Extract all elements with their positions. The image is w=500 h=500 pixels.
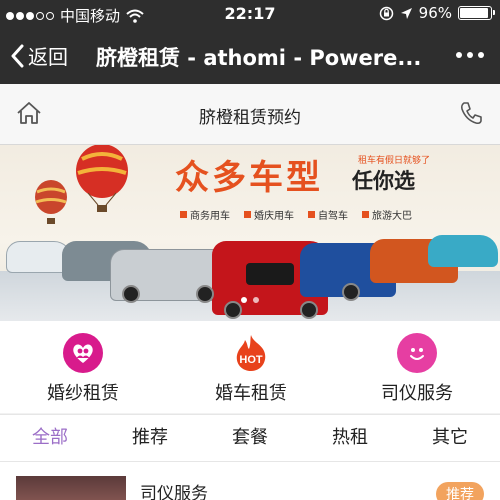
location-arrow-icon bbox=[400, 7, 412, 19]
couple-icon bbox=[63, 333, 103, 373]
carousel-dot[interactable] bbox=[253, 297, 259, 303]
hot-air-balloon-small bbox=[35, 180, 67, 224]
page-title: 脐橙租赁预约 bbox=[199, 108, 301, 128]
nav-bar: 返回 脐橙租赁 - athomi - Powere... bbox=[0, 28, 500, 84]
banner-subheadline: 任你选 bbox=[352, 168, 415, 193]
banner-tag: 自驾车 bbox=[308, 207, 348, 222]
service-wedding-dress[interactable]: 婚纱租赁 bbox=[18, 333, 148, 405]
phone-icon[interactable] bbox=[458, 100, 484, 126]
list-item-thumbnail[interactable] bbox=[16, 476, 126, 500]
service-mc[interactable]: 司仪服务 bbox=[352, 333, 482, 405]
banner-tag: 婚庆用车 bbox=[244, 207, 294, 222]
promo-banner[interactable]: 众多车型 租车有假日就够了 任你选 商务用车 婚庆用车 自驾车 旅游大巴 bbox=[0, 145, 500, 321]
service-label: 司仪服务 bbox=[381, 383, 453, 404]
banner-headline: 众多车型 bbox=[175, 158, 323, 198]
status-right: 96% bbox=[379, 4, 495, 22]
car-wheel bbox=[300, 301, 318, 319]
carousel-dot[interactable] bbox=[241, 297, 247, 303]
product-list: 司仪服务 推荐 bbox=[0, 461, 500, 500]
tab-hot[interactable]: 热租 bbox=[300, 415, 400, 461]
rotation-lock-icon bbox=[379, 6, 393, 20]
battery-percent: 96% bbox=[418, 4, 452, 22]
category-tabs: 全部 推荐 套餐 热租 其它 bbox=[0, 414, 500, 461]
banner-tag: 商务用车 bbox=[180, 207, 230, 222]
hot-badge-text: HOT bbox=[239, 354, 263, 366]
app-screen: 中国移动 22:17 96% 返回 脐橙租赁 - athomi - Powere… bbox=[0, 0, 500, 500]
hot-fire-icon: HOT bbox=[231, 333, 271, 373]
list-item-title[interactable]: 司仪服务 bbox=[140, 479, 208, 500]
battery-icon bbox=[458, 6, 495, 20]
list-item-badge: 推荐 bbox=[436, 482, 484, 500]
tab-packages[interactable]: 套餐 bbox=[200, 415, 300, 461]
tab-other[interactable]: 其它 bbox=[400, 415, 500, 461]
smiley-icon bbox=[397, 333, 437, 373]
tab-recommended[interactable]: 推荐 bbox=[100, 415, 200, 461]
back-label: 返回 bbox=[28, 45, 68, 69]
page-header: 脐橙租赁预约 bbox=[0, 84, 500, 145]
banner-tags: 商务用车 婚庆用车 自驾车 旅游大巴 bbox=[180, 207, 412, 222]
banner-tag: 旅游大巴 bbox=[362, 207, 412, 222]
back-button[interactable]: 返回 bbox=[10, 41, 68, 70]
tab-all[interactable]: 全部 bbox=[0, 415, 100, 461]
nav-title: 脐橙租赁 - athomi - Powere... bbox=[96, 46, 422, 70]
more-dots-icon[interactable] bbox=[456, 52, 484, 58]
chevron-left-icon bbox=[11, 44, 24, 67]
status-bar: 中国移动 22:17 96% bbox=[0, 0, 500, 28]
car-grille bbox=[246, 263, 294, 285]
service-label: 婚纱租赁 bbox=[47, 383, 119, 404]
service-grid: 婚纱租赁 HOT 婚车租赁 司仪服务 bbox=[0, 321, 500, 413]
service-label: 婚车租赁 bbox=[215, 383, 287, 404]
car-wheel bbox=[224, 301, 242, 319]
hot-air-balloon-large bbox=[76, 145, 128, 212]
carousel-dots[interactable] bbox=[0, 297, 500, 303]
car-cyan-suv bbox=[428, 235, 498, 267]
battery-level-fill bbox=[460, 8, 488, 18]
service-wedding-car[interactable]: HOT 婚车租赁 bbox=[186, 333, 316, 405]
